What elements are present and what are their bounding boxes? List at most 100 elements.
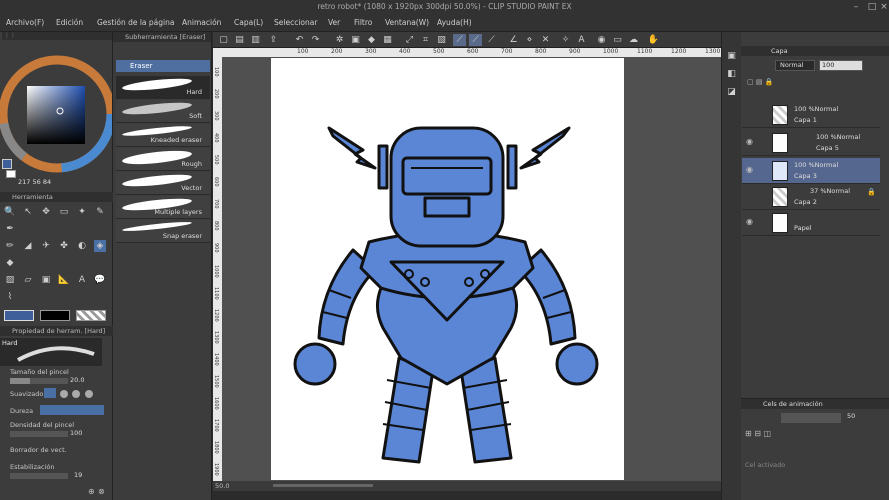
crop-icon[interactable]: ⌗ <box>419 34 432 46</box>
redo-icon[interactable]: ↷ <box>309 34 322 46</box>
brush-size-slider[interactable] <box>10 378 68 384</box>
color-icon[interactable]: ◪ <box>725 86 738 98</box>
menu-item-ver[interactable]: Ver <box>328 18 340 27</box>
antialias-options[interactable] <box>44 388 104 398</box>
clip-icon[interactable]: ▢ <box>747 78 754 86</box>
pen-tool-icon[interactable]: ✒ <box>4 223 16 235</box>
reference-icon[interactable]: ▤ <box>756 78 763 86</box>
blend-tool-icon[interactable]: ◐ <box>76 240 88 252</box>
layer-row[interactable]: 100 %Normal Capa 1 <box>742 102 880 128</box>
auto-select-tool-icon[interactable]: ✦ <box>76 206 88 218</box>
menu-item-ayuda[interactable]: Ayuda(H) <box>437 18 472 27</box>
ruler-icon[interactable]: ∠ <box>507 34 520 46</box>
pencil-tool-icon[interactable]: ✏ <box>4 240 16 252</box>
layer-tab[interactable]: Capa <box>771 47 788 55</box>
hardness-slider[interactable] <box>40 405 104 415</box>
snap-ruler-icon[interactable]: ⟋ <box>453 34 466 46</box>
symmetry-icon[interactable]: ✕ <box>539 34 552 46</box>
color-wheel[interactable] <box>0 44 112 192</box>
cloud-icon[interactable]: ☁ <box>627 34 640 46</box>
eyedropper-tool-icon[interactable]: ✎ <box>94 206 106 218</box>
brush-tool-icon[interactable]: ◢ <box>22 240 34 252</box>
transparent-color-bar[interactable] <box>76 310 106 321</box>
magic-wand-icon[interactable]: ✧ <box>559 34 572 46</box>
perspective-icon[interactable]: ⋄ <box>523 34 536 46</box>
new-file-icon[interactable]: ▢ <box>217 34 230 46</box>
subtool-item-soft[interactable]: Soft <box>116 100 210 123</box>
menu-item-ventana[interactable]: Ventana(W) <box>385 18 429 27</box>
save-icon[interactable]: ▥ <box>249 34 262 46</box>
timeline-icon[interactable]: ▭ <box>611 34 624 46</box>
eraser-tool-icon[interactable]: ◈ <box>94 240 106 252</box>
airbrush-tool-icon[interactable]: ✈ <box>40 240 52 252</box>
fill-icon[interactable]: ◆ <box>365 34 378 46</box>
clear-icon[interactable]: ▣ <box>349 34 362 46</box>
main-color-bar[interactable] <box>4 310 34 321</box>
subtool-item-rough[interactable]: Rough <box>116 148 210 171</box>
gradient-tool-icon[interactable]: ▨ <box>4 274 16 286</box>
zoom-slider[interactable] <box>273 484 373 487</box>
layer-row[interactable]: 37 %Normal Capa 2 🔒 <box>742 184 880 210</box>
close-icon[interactable]: × <box>878 2 889 14</box>
menu-item-edicion[interactable]: Edición <box>56 18 83 27</box>
menu-item-seleccionar[interactable]: Seleccionar <box>274 18 317 27</box>
add-cel-icon[interactable]: ⊞ <box>745 429 752 438</box>
layer-property-icon[interactable]: ◧ <box>725 68 738 80</box>
density-slider[interactable] <box>10 431 68 437</box>
open-icon[interactable]: ▤ <box>233 34 246 46</box>
eye-icon[interactable]: ◉ <box>746 218 754 226</box>
stabilization-value[interactable]: 19 <box>74 471 82 479</box>
snap-special-icon[interactable]: ⟋ <box>485 34 498 46</box>
subtool-item-hard[interactable]: Hard <box>116 76 210 99</box>
subtool-item-kneaded[interactable]: Kneaded eraser <box>116 124 210 147</box>
balloon-tool-icon[interactable]: 💬 <box>94 274 106 286</box>
ruler-tool-icon[interactable]: 📐 <box>58 274 70 286</box>
delete-cel-icon[interactable]: ⊟ <box>754 429 761 438</box>
decoration-tool-icon[interactable]: ✤ <box>58 240 70 252</box>
operation-tool-icon[interactable]: ↖ <box>22 206 34 218</box>
canvas-paper[interactable] <box>271 58 624 480</box>
menu-item-animacion[interactable]: Animación <box>182 18 221 27</box>
subtool-item-snap[interactable]: Snap eraser <box>116 220 210 243</box>
sub-color-bar[interactable] <box>40 310 70 321</box>
density-value[interactable]: 100 <box>70 429 82 437</box>
frame-value[interactable]: 50 <box>847 412 855 420</box>
add-icon[interactable]: ⊕ <box>88 487 95 496</box>
fill-tool-icon[interactable]: ◆ <box>4 257 16 269</box>
reset-icon[interactable]: ⊗ <box>98 487 105 496</box>
text-tool-icon[interactable]: A <box>76 274 88 286</box>
menu-item-archivo[interactable]: Archivo(F) <box>6 18 44 27</box>
navigator-icon[interactable]: ▣ <box>725 50 738 62</box>
opacity-field[interactable]: 100 <box>819 60 863 71</box>
layer-row[interactable]: ◉ Papel <box>742 210 880 236</box>
layer-icon[interactable]: ▦ <box>381 34 394 46</box>
settings-icon[interactable]: ✲ <box>333 34 346 46</box>
main-color-swatch[interactable] <box>2 159 12 169</box>
menu-item-filtro[interactable]: Filtro <box>354 18 372 27</box>
move-tool-icon[interactable]: ✥ <box>40 206 52 218</box>
eye-icon[interactable]: ◉ <box>746 138 754 146</box>
text-tool-icon[interactable]: A <box>575 34 588 46</box>
maximize-icon[interactable]: □ <box>866 2 878 14</box>
subtool-item-multiple-layers[interactable]: Multiple layers <box>116 196 210 219</box>
subtool-item-vector[interactable]: Vector <box>116 172 210 195</box>
zoom-value[interactable]: 50.0 <box>215 482 229 490</box>
sub-color-swatch[interactable] <box>6 170 16 178</box>
menu-item-gestion-pagina[interactable]: Gestión de la página <box>97 18 174 27</box>
eye-icon[interactable]: ◉ <box>746 166 754 174</box>
camera-icon[interactable]: ◉ <box>595 34 608 46</box>
subtool-group-tab[interactable]: Eraser <box>116 60 210 72</box>
transform-icon[interactable]: ⤢ <box>403 34 416 46</box>
brush-size-value[interactable]: 20.0 <box>70 376 84 384</box>
frame-slider[interactable] <box>781 413 841 423</box>
menu-item-capa[interactable]: Capa(L) <box>234 18 263 27</box>
lock-icon[interactable]: 🔒 <box>867 188 876 196</box>
snap-grid-icon[interactable]: ⟋ <box>469 34 482 46</box>
zoom-tool-icon[interactable]: 🔍 <box>4 206 16 218</box>
deselect-icon[interactable]: ▧ <box>435 34 448 46</box>
minimize-icon[interactable]: – <box>850 2 862 14</box>
frame-tool-icon[interactable]: ▣ <box>40 274 52 286</box>
layer-row-selected[interactable]: ◉ 100 %Normal Capa 3 <box>742 158 880 184</box>
undo-icon[interactable]: ↶ <box>293 34 306 46</box>
stabilization-slider[interactable] <box>10 473 68 479</box>
